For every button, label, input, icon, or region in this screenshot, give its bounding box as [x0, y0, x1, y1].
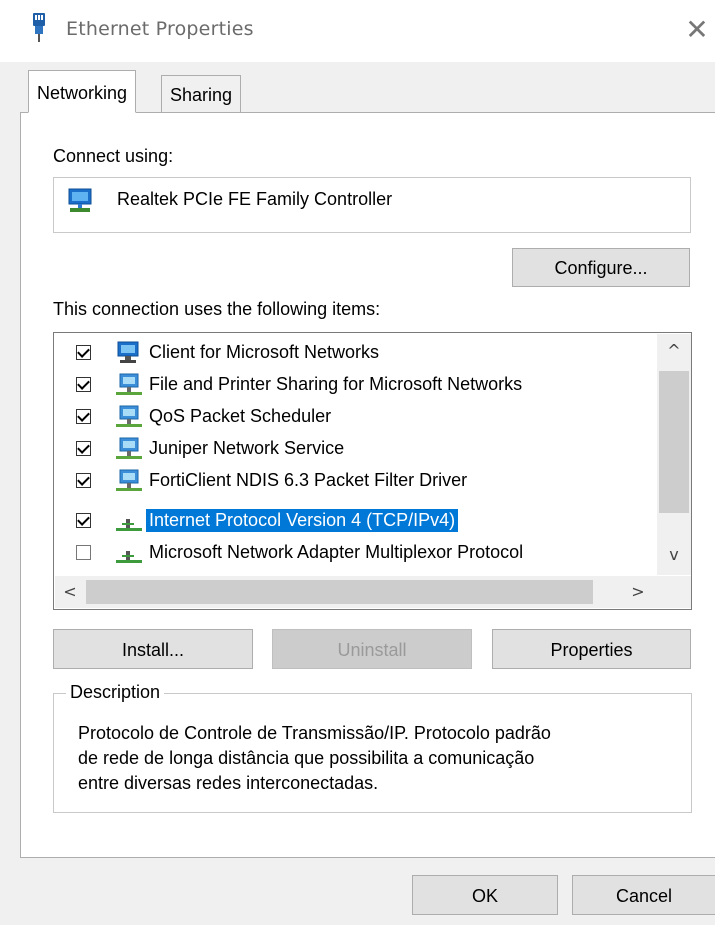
protocol-icon — [116, 519, 142, 531]
scroll-right-button[interactable]: > — [626, 580, 650, 604]
window-title: Ethernet Properties — [66, 18, 254, 40]
items-list[interactable]: Client for Microsoft Networks File and P… — [53, 332, 692, 610]
horizontal-scroll-thumb[interactable] — [86, 580, 593, 604]
item-label: Juniper Network Service — [149, 438, 345, 458]
service-icon — [116, 405, 142, 427]
protocol-icon — [116, 551, 142, 563]
item-label: Internet Protocol Version 4 (TCP/IPv4) — [146, 509, 459, 532]
service-icon — [116, 373, 142, 395]
tab-sharing[interactable]: Sharing — [161, 75, 242, 112]
description-text: Protocolo de Controle de Transmissão/IP.… — [78, 721, 678, 796]
scroll-corner — [657, 576, 691, 608]
scroll-up-button[interactable]: ^ — [657, 339, 691, 363]
service-icon — [116, 469, 142, 491]
cancel-button[interactable]: Cancel — [572, 875, 715, 915]
ethernet-connector-icon — [33, 13, 45, 42]
network-adapter-icon — [68, 188, 92, 212]
item-label: QoS Packet Scheduler — [149, 406, 332, 426]
item-checkbox[interactable] — [76, 345, 91, 360]
description-line: Protocolo de Controle de Transmissão/IP.… — [78, 723, 551, 743]
close-button[interactable]: ✕ — [680, 10, 714, 50]
description-legend: Description — [66, 682, 165, 703]
list-item[interactable]: Microsoft Network Adapter Multiplexor Pr… — [54, 537, 691, 569]
list-item[interactable]: File and Printer Sharing for Microsoft N… — [54, 369, 691, 401]
list-item[interactable]: QoS Packet Scheduler — [54, 401, 691, 433]
properties-button[interactable]: Properties — [492, 629, 691, 669]
client-icon — [117, 341, 139, 363]
list-item[interactable]: Juniper Network Service — [54, 433, 691, 465]
item-label: FortiClient NDIS 6.3 Packet Filter Drive… — [149, 470, 468, 490]
item-label: Microsoft Network Adapter Multiplexor Pr… — [149, 542, 524, 562]
connect-using-label: Connect using: — [53, 146, 174, 166]
item-checkbox[interactable] — [76, 513, 91, 528]
service-icon — [116, 437, 142, 459]
uninstall-button: Uninstall — [272, 629, 472, 669]
list-item-selected[interactable]: Internet Protocol Version 4 (TCP/IPv4) — [54, 505, 691, 537]
configure-button[interactable]: Configure... — [512, 248, 690, 287]
item-label: File and Printer Sharing for Microsoft N… — [149, 374, 523, 394]
item-checkbox[interactable] — [76, 545, 91, 560]
item-checkbox[interactable] — [76, 441, 91, 456]
item-checkbox[interactable] — [76, 409, 91, 424]
tab-networking[interactable]: Networking — [28, 70, 137, 113]
items-label: This connection uses the following items… — [53, 299, 381, 319]
description-line: entre diversas redes interconectadas. — [78, 773, 379, 793]
description-line: de rede de longa distância que possibili… — [78, 748, 535, 768]
scroll-left-button[interactable]: < — [58, 580, 82, 604]
vertical-scroll-thumb[interactable] — [659, 371, 689, 513]
item-checkbox[interactable] — [76, 473, 91, 488]
item-label: Client for Microsoft Networks — [149, 342, 380, 362]
list-item[interactable]: FortiClient NDIS 6.3 Packet Filter Drive… — [54, 465, 691, 497]
item-checkbox[interactable] — [76, 377, 91, 392]
list-item[interactable]: Client for Microsoft Networks — [54, 337, 691, 369]
ok-button[interactable]: OK — [412, 875, 558, 915]
adapter-name: Realtek PCIe FE Family Controller — [117, 189, 393, 209]
install-button[interactable]: Install... — [53, 629, 253, 669]
scroll-down-button[interactable]: v — [657, 543, 691, 567]
